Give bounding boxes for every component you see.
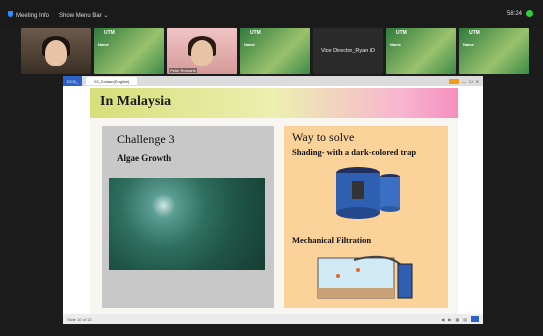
avatar-face [191,40,213,66]
slide: In Malaysia Challenge 3 Algae Growth Way… [90,88,458,314]
poster-badge: UTM [469,30,480,36]
avatar-face [45,40,67,66]
tab-left[interactable]: DCG_ [63,76,83,86]
chevron-down-icon: ⌄ [103,12,109,19]
meeting-timer: 58:24 [506,10,522,17]
participant-name: Vice Director_Ryan iD [320,48,375,54]
shield-icon [8,11,13,17]
solution-item-filtration: Mechanical Filtration [292,235,372,245]
presentation-statusbar: Slide 10 of 13 ◀ ▶ ▦ ▤ [63,314,483,324]
close-icon[interactable]: ✕ [476,79,479,84]
challenge-heading: Challenge 3 [117,132,175,146]
share-indicator[interactable] [449,78,460,84]
view-reading-icon[interactable]: ▤ [463,317,467,322]
meeting-info-button[interactable]: Meeting Info [8,11,49,19]
maximize-icon[interactable]: ☐ [469,79,473,84]
poster-name: Name [98,42,109,47]
participant-tile[interactable]: UTM Name [94,28,164,74]
poster-badge: UTM [250,30,261,36]
poster-name: Name [463,42,474,47]
solution-card: Way to solve Shading- with a dark-colore… [284,126,448,308]
tab-presentation[interactable]: 03_Dulaan(English) [86,77,138,85]
challenge-subheading: Algae Growth [117,153,172,163]
window-tabbar: DCG_ 03_Dulaan(English) — ☐ ✕ [63,76,483,86]
next-icon[interactable]: ▶ [448,317,451,322]
solution-item-shading: Shading- with a dark-colored trap [292,147,417,157]
slideshow-icon[interactable] [471,316,479,322]
slide-banner: In Malaysia [90,88,458,118]
algae-photo [109,178,265,270]
meeting-topbar: Meeting Info Show Menu Bar ⌄ 58:24 [0,0,543,26]
participant-tile[interactable] [21,28,91,74]
poster-name: Name [244,42,255,47]
poster-name: Name [390,42,401,47]
participant-tile[interactable]: Peter Romanti [167,28,237,74]
minimize-icon[interactable]: — [462,79,466,84]
aquarium-filter-image [317,255,413,299]
participant-tile[interactable]: Vice Director_Ryan iD [313,28,383,74]
dark-trap-image [336,167,400,219]
show-menu-bar-button[interactable]: Show Menu Bar ⌄ [59,12,108,19]
participant-name: Peter Romanti [169,68,197,73]
slide-counter: Slide 10 of 13 [67,316,92,322]
challenge-card: Challenge 3 Algae Growth [102,126,274,308]
participant-tile[interactable]: UTM Name [386,28,456,74]
shared-screen-window: DCG_ 03_Dulaan(English) — ☐ ✕ In Malaysi… [63,76,483,324]
prev-icon[interactable]: ◀ [441,317,444,322]
record-indicator-icon [526,10,533,17]
solution-heading: Way to solve [292,130,355,144]
participant-tile[interactable]: UTM Name [240,28,310,74]
participant-strip: UTM Name Peter Romanti UTM Name Vice Dir… [21,28,529,74]
poster-badge: UTM [104,30,115,36]
poster-badge: UTM [396,30,407,36]
view-normal-icon[interactable]: ▦ [455,317,459,322]
participant-tile[interactable]: UTM Name [459,28,529,74]
slide-title: In Malaysia [100,94,172,109]
